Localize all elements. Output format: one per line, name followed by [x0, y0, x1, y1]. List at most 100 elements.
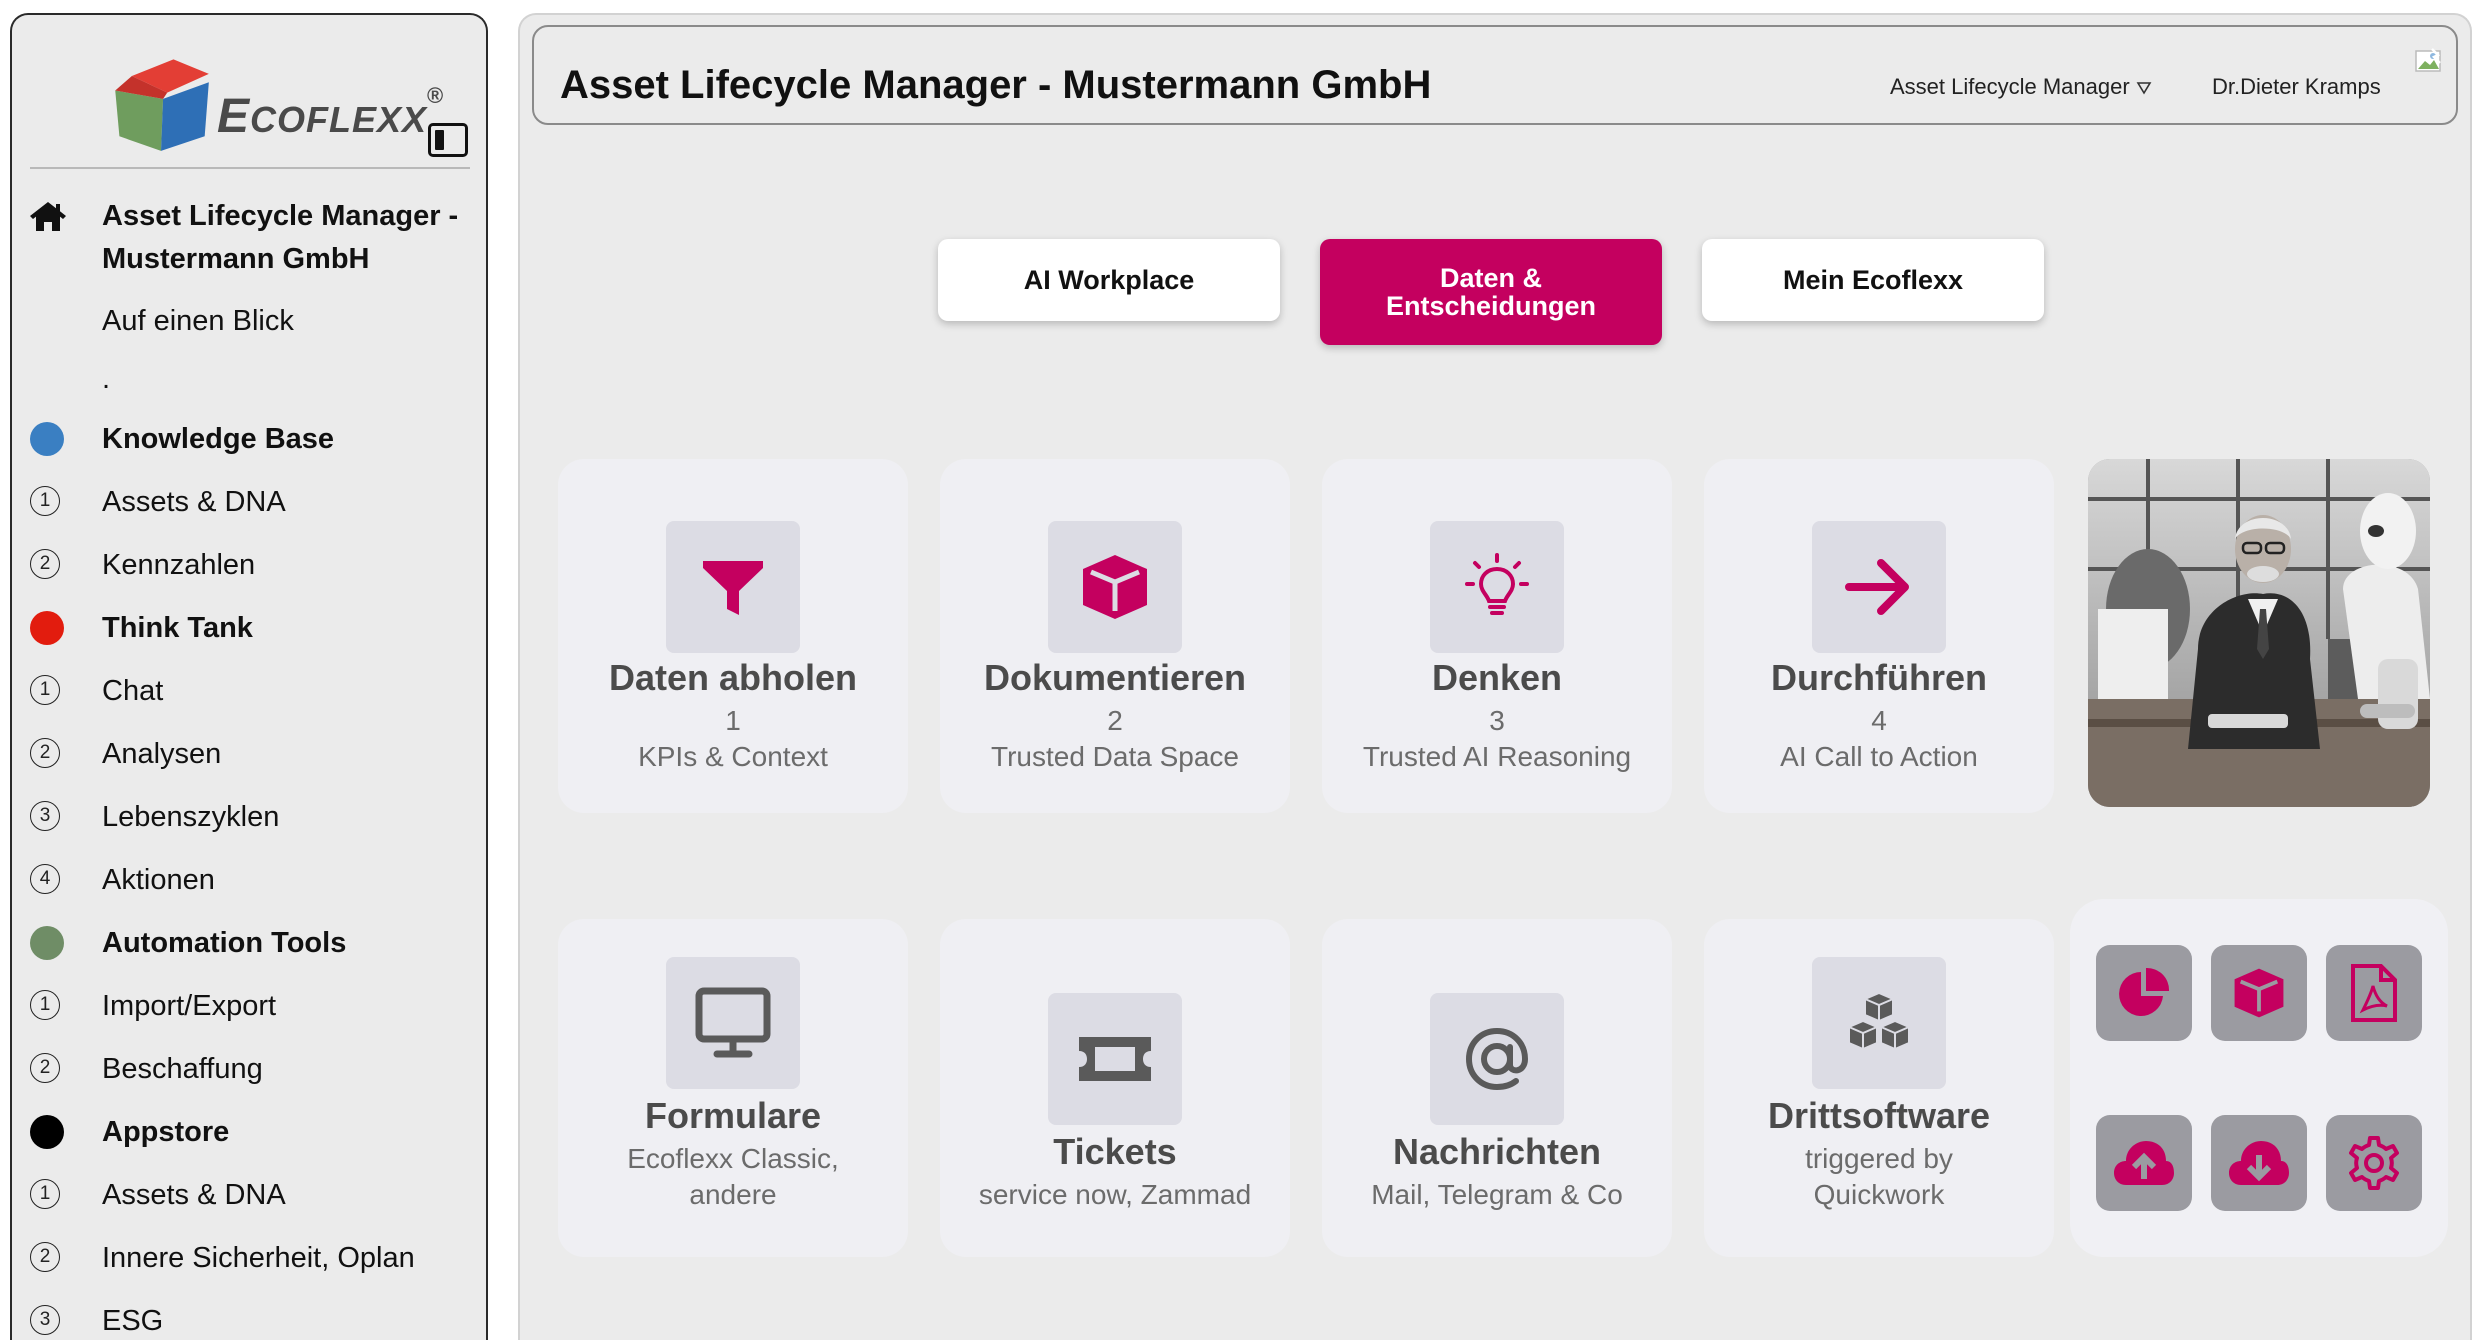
item-number-icon: 1 [30, 1179, 60, 1209]
cube-icon [1083, 555, 1147, 619]
tab-mein-ecoflexx[interactable]: Mein Ecoflexx [1702, 239, 2044, 321]
main-content: Asset Lifecycle Manager - Mustermann Gmb… [518, 13, 2472, 1340]
pdf-file-icon [2351, 964, 2397, 1022]
ticket-icon [1079, 1037, 1151, 1081]
sidebar-item[interactable]: 1 Assets & DNA [30, 1175, 480, 1215]
cube-icon [2234, 968, 2284, 1018]
sidebar-item[interactable]: 2 Beschaffung [30, 1049, 480, 1089]
sidebar-item-label: Beschaffung [102, 1053, 263, 1085]
sidebar-section[interactable]: Think Tank [30, 608, 480, 648]
sidebar-item-label: Import/Export [102, 990, 277, 1022]
home-icon [30, 202, 66, 231]
sidebar-section[interactable]: Automation Tools [30, 923, 480, 963]
sidebar-section[interactable]: Knowledge Base [30, 419, 480, 459]
integration-card-nachrichten[interactable]: Nachrichten Mail, Telegram & Co [1322, 919, 1672, 1257]
item-number-icon: 1 [30, 990, 60, 1020]
arrow-right-icon [1845, 559, 1909, 615]
sidebar-item[interactable]: 3 ESG [30, 1301, 480, 1340]
item-number-icon: 2 [30, 1053, 60, 1083]
integration-card-tickets[interactable]: Tickets service now, Zammad [940, 919, 1290, 1257]
item-number-icon: 4 [30, 864, 60, 894]
ecoflexx-logo[interactable]: ECOFLEXX® [109, 51, 443, 161]
item-number-icon: 1 [30, 675, 60, 705]
quick-pdf-button[interactable] [2326, 945, 2422, 1041]
integration-subtitle: andere [689, 1179, 777, 1210]
monitor-icon [695, 987, 771, 1058]
item-number-icon: 3 [30, 1305, 60, 1335]
pie-chart-icon [2119, 967, 2170, 1016]
app-switcher-dropdown[interactable]: Asset Lifecycle Manager [1890, 74, 2152, 100]
sidebar-item-label: Aktionen [102, 864, 215, 896]
quick-cloud-download-button[interactable] [2211, 1115, 2307, 1211]
sidebar-item-label: Lebenszyklen [102, 801, 280, 833]
sidebar-item[interactable]: 3 Lebenszyklen [30, 797, 480, 837]
step-title: Denken [1431, 657, 1563, 698]
sidebar-item-dot[interactable]: . [102, 363, 110, 396]
quick-settings-button[interactable] [2326, 1115, 2422, 1211]
logo-wordmark: ECOFLEXX® [217, 83, 445, 143]
sidebar-item-label: Innere Sicherheit, Oplan [102, 1242, 415, 1274]
gear-icon [2349, 1136, 2399, 1190]
integration-icon-box [1048, 993, 1182, 1125]
sidebar-item[interactable]: 1 Assets & DNA [30, 482, 480, 522]
item-number-icon: 2 [30, 549, 60, 579]
at-sign-icon [1465, 1027, 1529, 1091]
lightbulb-icon [1465, 553, 1529, 615]
sidebar-item-label: Knowledge Base [102, 423, 335, 455]
quick-pie-chart-button[interactable] [2096, 945, 2192, 1041]
step-number: 1 [725, 705, 741, 736]
step-card-denken[interactable]: Denken 3 Trusted AI Reasoning [1322, 459, 1672, 813]
sidebar-item[interactable]: 1 Import/Export [30, 986, 480, 1026]
step-number: 2 [1107, 705, 1123, 736]
integration-subtitle: Ecoflexx Classic, [627, 1143, 839, 1174]
quick-cloud-upload-button[interactable] [2096, 1115, 2192, 1211]
tab-daten-entscheidungen[interactable]: Daten & Entscheidungen [1320, 239, 1662, 345]
item-number-icon: 1 [30, 486, 60, 516]
quick-cube-button[interactable] [2211, 945, 2307, 1041]
sidebar-item-overview[interactable]: Auf einen Blick [102, 305, 294, 338]
quick-actions-panel [2070, 899, 2448, 1257]
cubes-icon [1848, 991, 1910, 1051]
integration-card-formulare[interactable]: Formulare Ecoflexx Classic, andere [558, 919, 908, 1257]
section-color-dot-icon [30, 611, 64, 645]
tab-ai-workplace[interactable]: AI Workplace [938, 239, 1280, 321]
integration-card-drittsoftware[interactable]: Drittsoftware triggered by Quickwork [1704, 919, 2054, 1257]
integration-title: Formulare [644, 1095, 822, 1136]
step-card-durchfuehren[interactable]: Durchführen 4 AI Call to Action [1704, 459, 2054, 813]
user-name[interactable]: Dr.Dieter Kramps [2212, 74, 2381, 100]
filter-icon [703, 561, 763, 615]
item-number-icon: 3 [30, 801, 60, 831]
step-icon-box [1812, 521, 1946, 653]
sidebar-item[interactable]: 1 Chat [30, 671, 480, 711]
step-subtitle: AI Call to Action [1780, 741, 1978, 772]
item-number-icon: 2 [30, 738, 60, 768]
sidebar-item-label: Chat [102, 675, 164, 707]
integration-subtitle: service now, Zammad [978, 1179, 1252, 1210]
integration-subtitle: triggered by [1805, 1143, 1953, 1174]
sidebar-item-label: Automation Tools [102, 927, 347, 959]
sidebar-section[interactable]: Appstore [30, 1112, 480, 1152]
sidebar-item[interactable]: 4 Aktionen [30, 860, 480, 900]
integration-icon-box [1812, 957, 1946, 1089]
sidebar-item-label: Assets & DNA [102, 1179, 286, 1211]
chevron-down-icon [2136, 82, 2152, 95]
sidebar-item-label: Kennzahlen [102, 549, 256, 581]
integration-icon-box [666, 957, 800, 1089]
sidebar-item[interactable]: 2 Innere Sicherheit, Oplan [30, 1238, 480, 1278]
section-color-dot-icon [30, 926, 64, 960]
step-number: 4 [1871, 705, 1887, 736]
step-icon-box [1430, 521, 1564, 653]
logo-cube-icon [115, 59, 209, 151]
broken-image-avatar-icon[interactable] [2414, 47, 2446, 77]
sidebar-toggle-button[interactable] [428, 123, 468, 157]
step-title: Dokumentieren [983, 657, 1247, 698]
sidebar-item-label: Think Tank [102, 612, 253, 644]
step-title: Durchführen [1771, 657, 1987, 698]
sidebar-item[interactable]: 2 Kennzahlen [30, 545, 480, 585]
step-card-dokumentieren[interactable]: Dokumentieren 2 Trusted Data Space [940, 459, 1290, 813]
sidebar-item-label: Asset Lifecycle Manager - Mustermann Gmb… [102, 200, 459, 275]
integration-title: Nachrichten [1392, 1131, 1602, 1172]
step-card-daten-abholen[interactable]: Daten abholen 1 KPIs & Context [558, 459, 908, 813]
cloud-download-icon [2229, 1141, 2289, 1185]
sidebar-item[interactable]: 2 Analysen [30, 734, 480, 774]
